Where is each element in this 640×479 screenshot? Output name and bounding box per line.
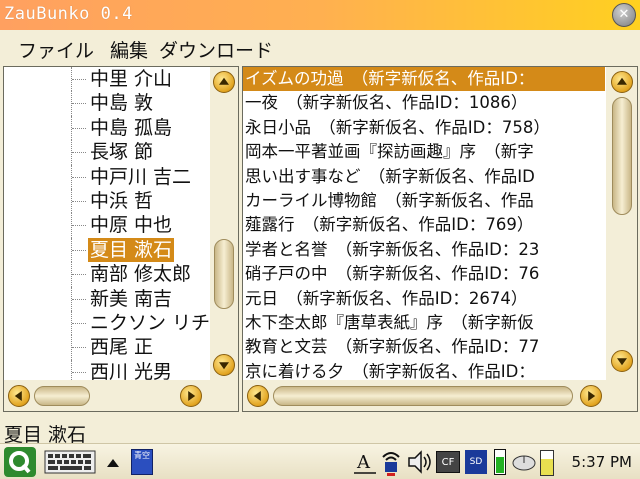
sd-card-label: SD: [469, 457, 483, 467]
work-list-item[interactable]: 永日小品 （新字新仮名、作品ID：758）: [243, 116, 605, 140]
author-tree-item[interactable]: 中浜 哲: [4, 189, 210, 214]
author-tree-item[interactable]: 西尾 正: [4, 335, 210, 360]
author-tree-item[interactable]: 中島 敦: [4, 91, 210, 116]
tree-branch-line: [72, 103, 86, 105]
book-app-icon[interactable]: 青空: [131, 449, 153, 475]
author-name: 長塚 節: [90, 141, 154, 164]
work-list-item[interactable]: 思い出す事など （新字新仮名、作品ID: [243, 165, 605, 189]
window-title: ZauBunko 0.4: [4, 4, 133, 24]
author-name: 西川 光男: [90, 360, 173, 380]
author-scroll-up-button[interactable]: [213, 71, 235, 93]
close-icon: ✕: [618, 7, 630, 22]
work-list-item[interactable]: 学者と名誉 （新字新仮名、作品ID：23: [243, 238, 605, 262]
author-tree-item[interactable]: 新美 南吉: [4, 286, 210, 311]
work-list-item[interactable]: イズムの功過 （新字新仮名、作品ID：: [243, 67, 605, 92]
work-list-item[interactable]: 硝子戸の中 （新字新仮名、作品ID：76: [243, 262, 605, 286]
menu-file[interactable]: ファイル: [18, 36, 94, 63]
author-name: 南部 修太郎: [90, 263, 192, 286]
author-scroll-right-button[interactable]: [180, 385, 202, 407]
work-list-item[interactable]: 一夜 （新字新仮名、作品ID：1086）: [243, 91, 605, 115]
menu-bar: ファイル 編集 ダウンロード: [0, 30, 640, 64]
tree-branch-line: [72, 274, 86, 276]
tree-branch-line: [72, 323, 86, 324]
cf-card-label: CF: [441, 457, 455, 468]
works-scroll-left-button[interactable]: [247, 385, 269, 407]
author-tree-item[interactable]: 中原 中也: [4, 213, 210, 238]
tree-branch-line: [72, 201, 86, 202]
author-tree-item[interactable]: 中里 介山: [4, 67, 210, 92]
title-bar: ZauBunko 0.4 ✕: [0, 0, 640, 30]
author-scroll-thumb[interactable]: [214, 239, 234, 309]
keyboard-icon[interactable]: [44, 450, 96, 474]
author-name: 中原 中也: [90, 214, 173, 237]
cf-card-icon[interactable]: CF: [436, 451, 460, 473]
work-list-item[interactable]: 木下杢太郎『唐草表紙』序 （新字新仮: [243, 311, 605, 335]
works-scroll-thumb[interactable]: [612, 97, 632, 215]
works-hscroll-thumb[interactable]: [273, 386, 573, 406]
author-tree-item[interactable]: 長塚 節: [4, 140, 210, 165]
works-hscrollbar[interactable]: [243, 381, 637, 411]
sd-card-icon[interactable]: SD: [465, 450, 487, 474]
author-hscrollbar[interactable]: [4, 381, 238, 411]
work-list-item[interactable]: 薤露行 （新字新仮名、作品ID：769）: [243, 213, 605, 237]
tree-branch-line: [72, 127, 86, 129]
work-list-item[interactable]: カーライル博物館 （新字新仮名、作品: [243, 189, 605, 213]
menu-edit[interactable]: 編集: [110, 36, 148, 63]
author-name: ニクソン リチ: [90, 312, 210, 334]
author-hscroll-thumb[interactable]: [34, 386, 90, 406]
tree-branch-line: [72, 225, 86, 227]
work-list-item[interactable]: 京に着ける夕 （新字新仮名、作品ID：: [243, 360, 605, 380]
book-app-label: 青空: [134, 451, 150, 460]
works-list[interactable]: イズムの功過 （新字新仮名、作品ID： 一夜 （新字新仮名、作品ID：1086）永…: [243, 67, 606, 380]
work-list-item[interactable]: 岡本一平著並画『探訪画趣』序 （新字: [243, 140, 605, 164]
author-name: 中浜 哲: [90, 190, 154, 212]
light-icon[interactable]: [540, 450, 554, 476]
author-vscrollbar[interactable]: [210, 67, 238, 380]
tree-branch-line: [72, 152, 86, 154]
author-tree-item[interactable]: 夏目 漱石: [4, 237, 210, 263]
author-name: 中戸川 吉二: [90, 165, 192, 188]
tree-branch-line: [72, 176, 86, 178]
author-tree-item[interactable]: 中島 孤島: [4, 115, 210, 141]
author-tree-item[interactable]: ニクソン リチ: [4, 311, 210, 336]
tree-branch-line: [71, 359, 72, 380]
wireless-icon[interactable]: [378, 447, 404, 477]
battery-icon[interactable]: [494, 449, 506, 475]
clock: 5:37 PM: [571, 453, 632, 471]
volume-icon[interactable]: [407, 449, 433, 475]
q-launcher-icon[interactable]: [4, 447, 36, 477]
works-scroll-down-button[interactable]: [611, 350, 633, 372]
author-tree-item[interactable]: 西川 光男: [4, 359, 210, 380]
works-scroll-right-button[interactable]: [580, 385, 602, 407]
tree-branch-line: [72, 371, 86, 373]
taskbar: 青空 A CF SD 5:37 PM: [0, 443, 640, 479]
work-list-item[interactable]: 教育と文芸 （新字新仮名、作品ID：77: [243, 335, 605, 359]
svg-text:A: A: [356, 452, 371, 473]
author-name: 中島 敦: [90, 92, 154, 115]
author-tree[interactable]: 中里 介山 中島 敦中島 孤島 長塚 節中戸川 吉二 中浜 哲中原 中也 夏目 漱石 南部…: [4, 67, 210, 380]
author-name: 中里 介山: [90, 68, 173, 90]
close-button[interactable]: ✕: [612, 3, 636, 27]
author-name: 西尾 正: [90, 336, 154, 359]
mouse-icon[interactable]: [511, 452, 537, 472]
author-name: 夏目 漱石: [88, 237, 175, 262]
author-tree-item[interactable]: 中戸川 吉二: [4, 164, 210, 189]
up-arrow-icon[interactable]: [107, 459, 119, 467]
author-name: 新美 南吉: [90, 287, 173, 310]
tree-branch-line: [72, 347, 86, 349]
tree-branch-line: [72, 79, 86, 80]
tree-branch-line: [72, 249, 86, 251]
works-vscrollbar[interactable]: [606, 67, 637, 380]
works-scroll-up-button[interactable]: [611, 71, 633, 93]
author-tree-item[interactable]: 南部 修太郎: [4, 262, 210, 287]
text-input-icon[interactable]: A: [354, 448, 376, 476]
work-list-item[interactable]: 元日 （新字新仮名、作品ID：2674）: [243, 287, 605, 311]
author-name: 中島 孤島: [90, 116, 173, 139]
author-scroll-down-button[interactable]: [213, 354, 235, 376]
author-scroll-left-button[interactable]: [8, 385, 30, 407]
tree-branch-line: [72, 298, 86, 300]
menu-download[interactable]: ダウンロード: [159, 36, 273, 63]
